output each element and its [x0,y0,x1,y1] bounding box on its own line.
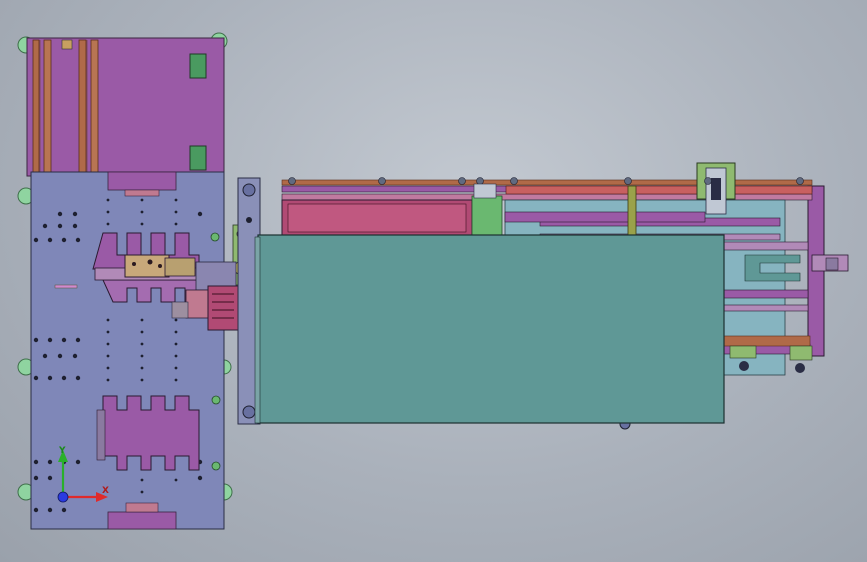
green-chip-mid [189,145,207,171]
x-axis-label: X [102,486,109,496]
copper-rail-3 [78,39,87,175]
copper-rail-4 [90,39,99,175]
copper-rail-2 [43,39,52,175]
z-axis-dot [57,491,69,503]
cad-model-drawing[interactable]: Y X [0,0,867,562]
teal-cover-panel [257,234,725,424]
motor-block [207,285,239,331]
y-axis-label: Y [58,446,66,456]
copper-rail-1 [32,39,40,175]
green-chip-top [189,53,207,79]
tan-actuator-block [124,254,170,278]
cad-viewport[interactable]: Y X [0,0,867,562]
olive-bracket [627,185,637,239]
